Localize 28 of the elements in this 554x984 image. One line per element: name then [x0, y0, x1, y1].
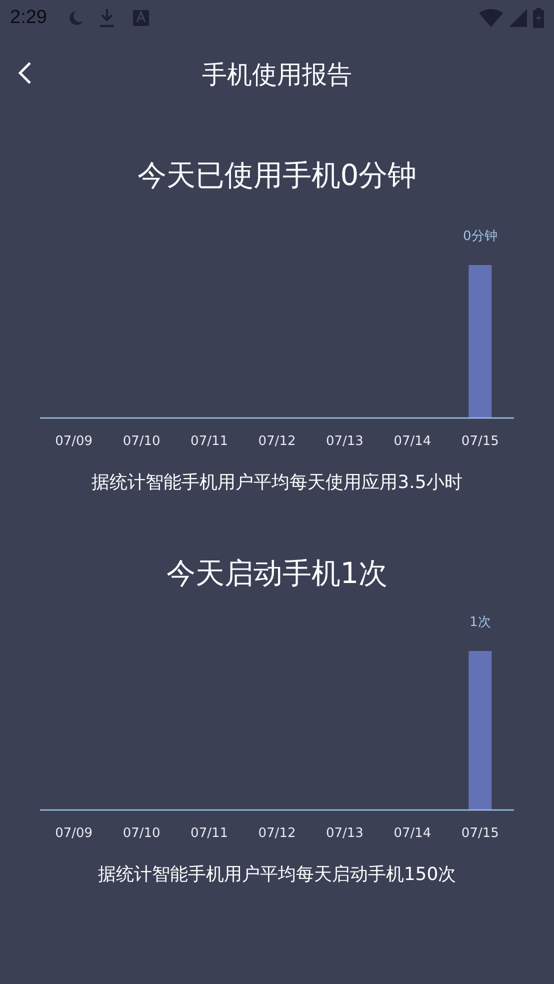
stat-note: 据统计智能手机用户平均每天使用应用3.5小时 — [90, 470, 464, 495]
status-time: 2:29 — [10, 6, 47, 30]
axis-label: 07/14 — [394, 434, 432, 449]
axis-label: 07/10 — [122, 434, 160, 449]
axis-label: 07/15 — [461, 434, 499, 449]
signal-icon — [509, 8, 527, 28]
page-title: 手机使用报告 — [202, 59, 352, 92]
axis-label: 07/11 — [190, 826, 228, 841]
font-icon — [132, 8, 149, 28]
battery-icon — [533, 8, 544, 28]
axis-label: 07/09 — [55, 826, 93, 841]
data-label: 1次 — [470, 614, 491, 630]
data-label: 0分钟 — [463, 228, 498, 244]
axis-label: 07/13 — [326, 826, 364, 841]
chart-heading: 今天启动手机1次 — [165, 556, 389, 591]
stat-note: 据统计智能手机用户平均每天启动手机150次 — [96, 862, 458, 887]
wifi-icon — [479, 8, 503, 28]
axis-label: 07/12 — [258, 826, 296, 841]
axis-label: 07/09 — [55, 434, 93, 449]
axis-label: 07/14 — [394, 826, 432, 841]
axis-label: 07/12 — [258, 434, 296, 449]
axis-label: 07/13 — [326, 434, 364, 449]
download-icon — [98, 8, 115, 28]
axis-label: 07/10 — [122, 826, 160, 841]
chart-heading: 今天已使用手机0分钟 — [136, 158, 418, 193]
axis-label: 07/11 — [190, 434, 228, 449]
moon-icon — [66, 8, 85, 28]
axis-label: 07/15 — [461, 826, 499, 841]
